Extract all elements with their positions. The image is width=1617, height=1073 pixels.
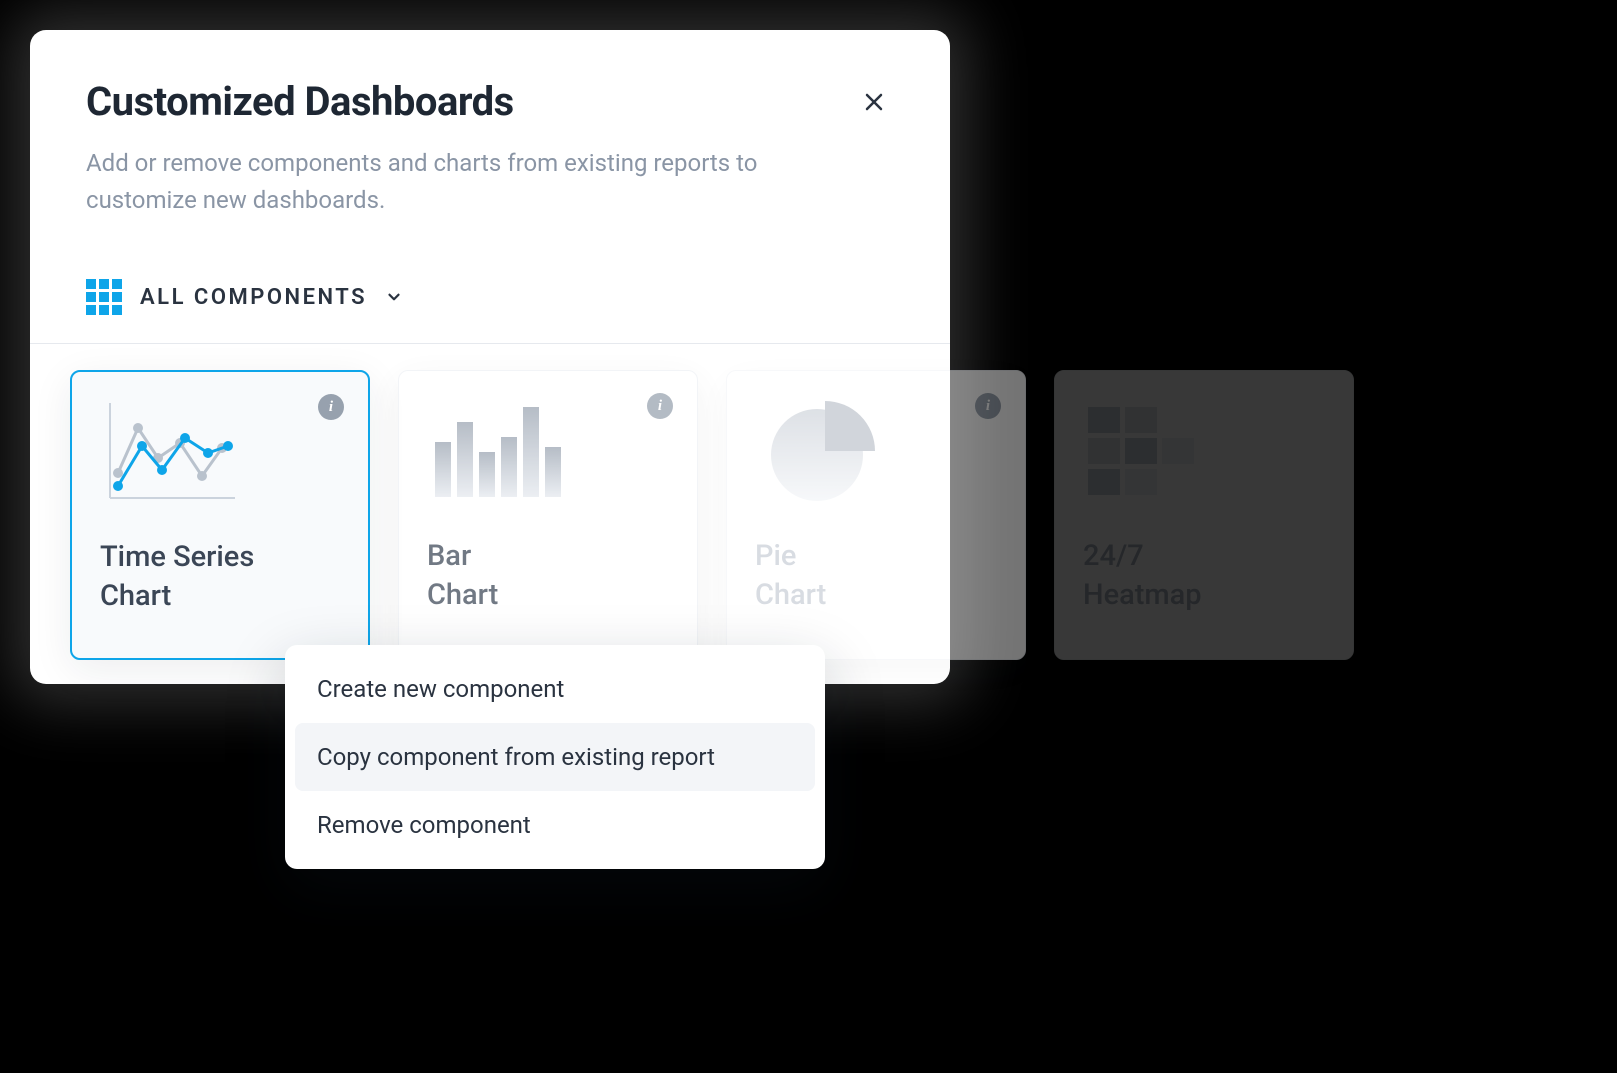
dialog-title: Customized Dashboards [86,78,894,125]
pie-chart-icon [755,397,895,507]
heatmap-icon [1083,397,1223,507]
menu-item-copy-component[interactable]: Copy component from existing report [295,723,815,791]
info-icon[interactable]: i [318,394,344,420]
filter-label: ALL COMPONENTS [140,285,367,310]
bar-chart-icon [427,397,567,507]
card-title: Bar Chart [427,537,669,615]
card-bar-chart[interactable]: i Bar Chart [398,370,698,660]
context-menu: Create new component Copy component from… [285,645,825,869]
chevron-down-icon [385,288,403,306]
grid-icon [86,279,122,315]
card-title: Pie Chart [755,537,997,615]
card-title: 24/7 Heatmap [1083,537,1325,615]
info-icon[interactable]: i [975,393,1001,419]
component-cards-strip: i Time Series Chart i Bar Chart [70,370,1354,660]
card-heatmap[interactable]: 24/7 Heatmap [1054,370,1354,660]
dialog-header: Customized Dashboards Add or remove comp… [30,30,950,259]
card-time-series-chart[interactable]: i Time Series Chart [70,370,370,660]
component-filter-dropdown[interactable]: ALL COMPONENTS [30,259,950,344]
line-chart-icon [100,398,240,508]
menu-item-create-component[interactable]: Create new component [295,655,815,723]
info-icon[interactable]: i [647,393,673,419]
close-icon [862,90,886,114]
card-title: Time Series Chart [100,538,340,616]
menu-item-remove-component[interactable]: Remove component [295,791,815,859]
close-button[interactable] [854,82,894,122]
card-pie-chart[interactable]: i Pie Chart [726,370,1026,660]
dialog-subtitle: Add or remove components and charts from… [86,145,826,219]
